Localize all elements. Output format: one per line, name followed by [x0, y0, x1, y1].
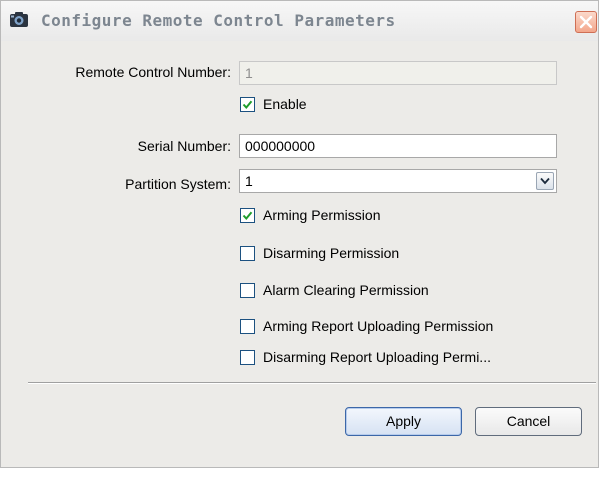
disarming-permission-checkbox[interactable]	[240, 246, 255, 261]
check-mark-icon	[242, 100, 253, 110]
disarming-report-uploading-permission-label: Disarming Report Uploading Permi...	[263, 349, 491, 365]
arming-report-uploading-permission-checkbox[interactable]	[240, 319, 255, 334]
alarm-clearing-permission-checkbox[interactable]	[240, 283, 255, 298]
partition-system-value: 1	[245, 173, 253, 189]
close-button[interactable]	[575, 11, 597, 33]
partition-system-label: Partition System:	[125, 176, 231, 192]
disarming-report-uploading-permission-checkbox[interactable]	[240, 350, 255, 365]
enable-label: Enable	[263, 96, 307, 112]
apply-button[interactable]: Apply	[345, 407, 462, 436]
disarming-permission-label: Disarming Permission	[263, 245, 400, 261]
dropdown-button[interactable]	[536, 172, 554, 190]
arming-permission-label: Arming Permission	[263, 207, 381, 223]
arming-permission-checkbox[interactable]	[240, 208, 255, 223]
enable-checkbox[interactable]	[240, 97, 255, 112]
partition-system-select[interactable]: 1	[239, 169, 557, 193]
serial-number-input[interactable]: 000000000	[239, 134, 557, 158]
chevron-down-icon	[540, 177, 550, 185]
configure-remote-control-dialog: Configure Remote Control Parameters Remo…	[0, 0, 599, 468]
dialog-title: Configure Remote Control Parameters	[41, 11, 396, 30]
camera-icon	[9, 11, 29, 29]
cancel-button[interactable]: Cancel	[475, 407, 582, 436]
close-icon	[579, 15, 593, 29]
separator	[28, 382, 596, 384]
title-bar[interactable]: Configure Remote Control Parameters	[1, 1, 598, 41]
alarm-clearing-permission-label: Alarm Clearing Permission	[263, 282, 429, 298]
remote-control-number-label: Remote Control Number:	[75, 64, 231, 80]
check-mark-icon	[242, 211, 253, 221]
serial-number-label: Serial Number:	[137, 138, 231, 154]
arming-report-uploading-permission-label: Arming Report Uploading Permission	[263, 318, 494, 334]
remote-control-number-field: 1	[239, 61, 557, 85]
